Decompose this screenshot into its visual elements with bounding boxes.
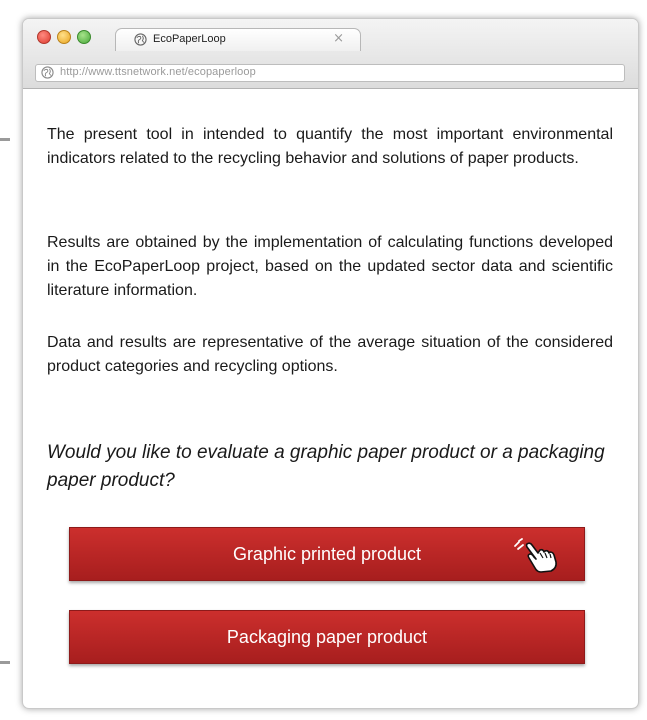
globe-icon: [41, 66, 54, 79]
browser-tab[interactable]: EcoPaperLoop ×: [115, 28, 361, 51]
address-bar[interactable]: http://www.ttsnetwork.net/ecopaperloop: [35, 64, 625, 82]
address-url: http://www.ttsnetwork.net/ecopaperloop: [60, 66, 256, 78]
close-window-button[interactable]: [37, 30, 51, 44]
browser-toolbar: EcoPaperLoop × http://www.ttsnetwork.net…: [23, 19, 638, 89]
browser-window: EcoPaperLoop × http://www.ttsnetwork.net…: [22, 18, 639, 709]
graphic-printed-product-button[interactable]: Graphic printed product: [69, 527, 585, 581]
left-edge-mark-top: [0, 138, 10, 141]
left-edge-mark-bottom: [0, 661, 10, 664]
packaging-button-label: Packaging paper product: [226, 627, 428, 647]
product-type-question: Would you like to evaluate a graphic pap…: [47, 442, 605, 491]
tab-close-icon[interactable]: ×: [333, 31, 344, 46]
packaging-paper-product-button[interactable]: Packaging paper product: [69, 610, 585, 664]
graphic-button-label: Graphic printed product: [232, 544, 422, 564]
pointing-hand-cursor-icon: [514, 538, 557, 573]
intro-paragraph-1: The present tool in intended to quantify…: [47, 126, 613, 167]
globe-icon: [134, 33, 147, 46]
zoom-window-button[interactable]: [77, 30, 91, 44]
minimize-window-button[interactable]: [57, 30, 71, 44]
intro-paragraph-2: Results are obtained by the implementati…: [47, 234, 613, 299]
intro-paragraph-3: Data and results are representative of t…: [47, 334, 613, 375]
tab-title: EcoPaperLoop: [153, 33, 226, 45]
